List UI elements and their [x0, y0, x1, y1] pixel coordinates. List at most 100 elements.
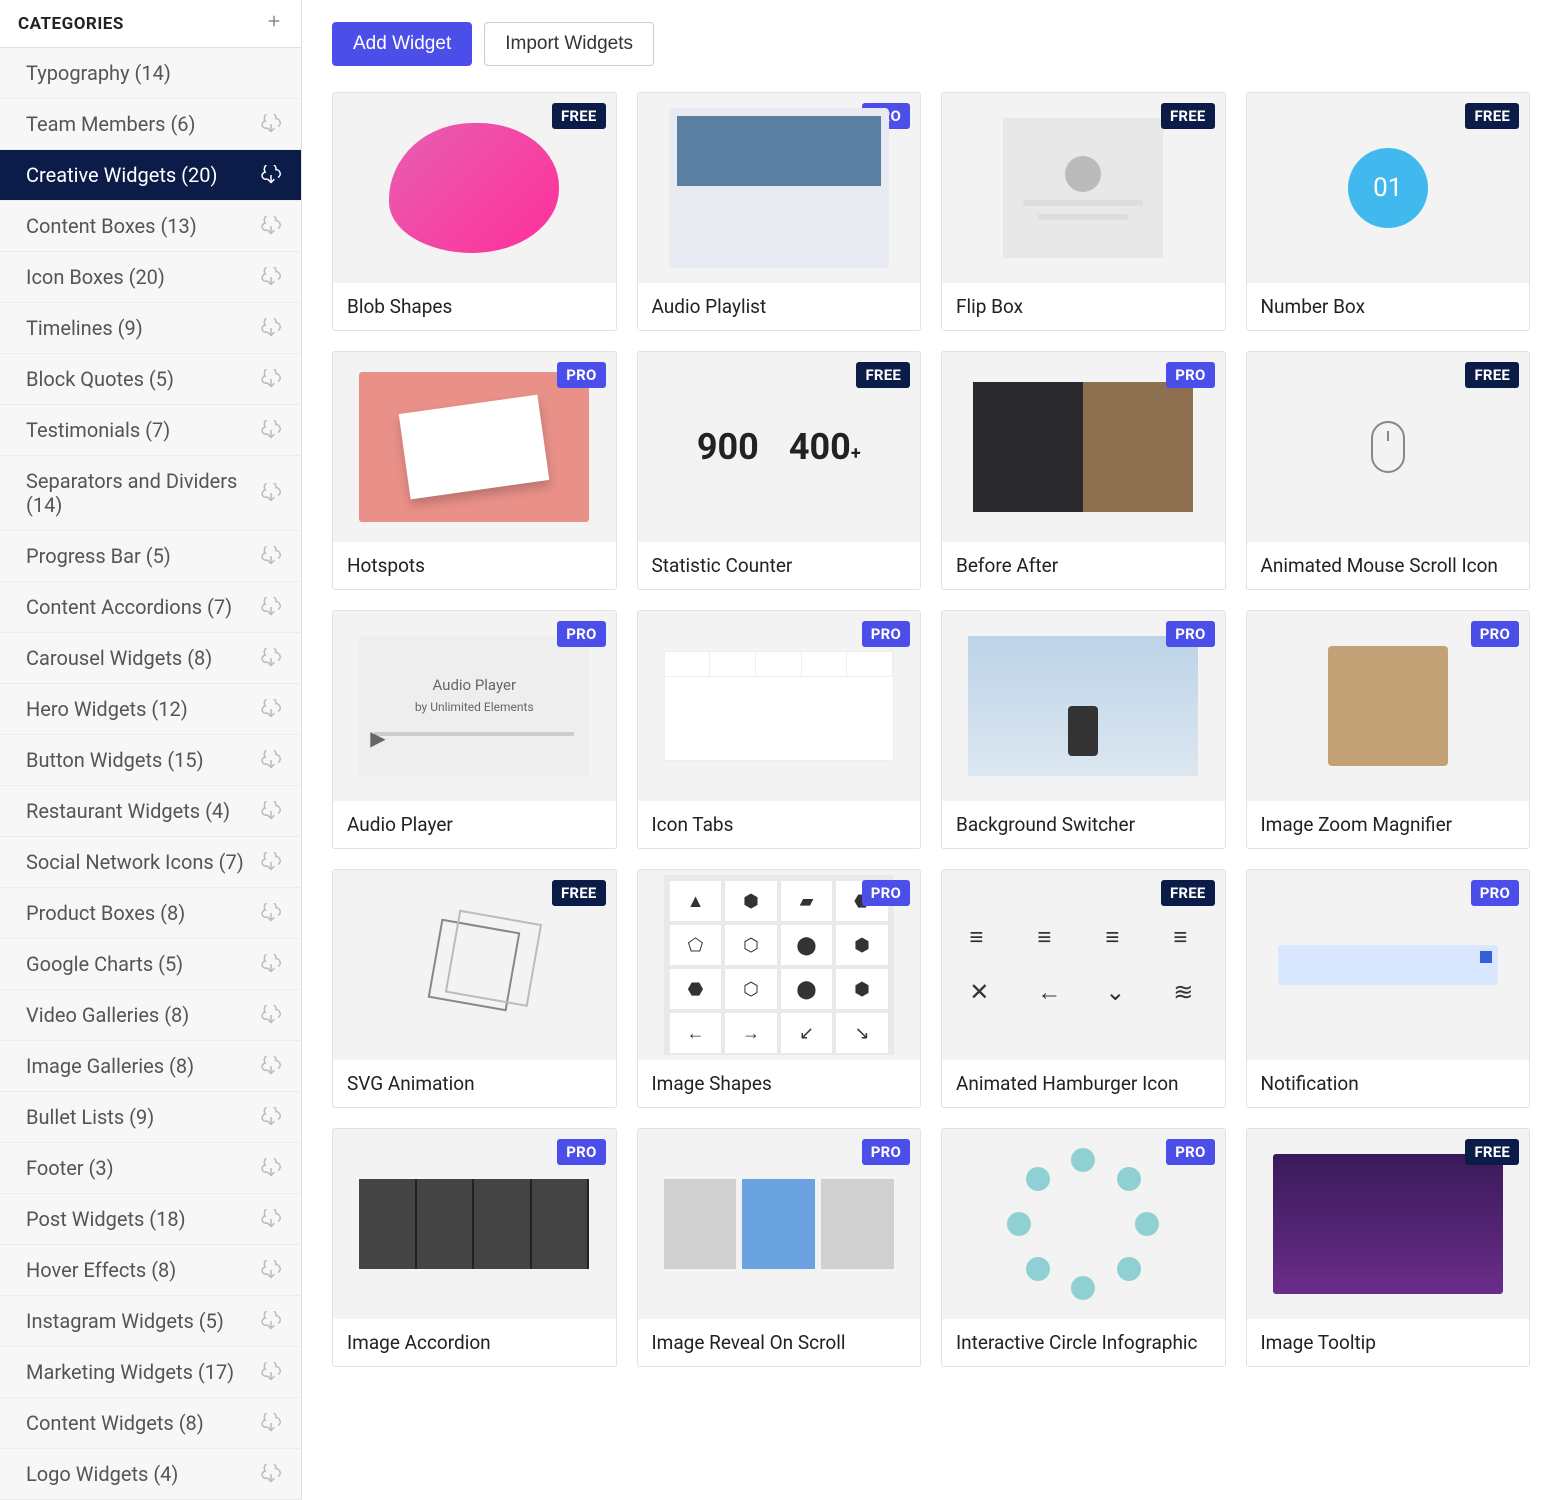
widget-title: Background Switcher — [942, 801, 1225, 848]
widget-title: Hotspots — [333, 542, 616, 589]
widget-card[interactable]: PRO Audio Playerby Unlimited Elements▶ A… — [332, 610, 617, 849]
widget-card[interactable]: PRO Before After — [941, 351, 1226, 590]
sidebar-item-25[interactable]: Marketing Widgets (17) — [0, 1347, 301, 1398]
widget-thumbnail: PRO — [333, 1129, 616, 1319]
cloud-download-icon[interactable] — [261, 1413, 281, 1433]
cloud-download-icon[interactable] — [261, 1464, 281, 1484]
sidebar-item-7[interactable]: Testimonials (7) — [0, 405, 301, 456]
cloud-download-icon[interactable] — [261, 1005, 281, 1025]
cloud-download-icon[interactable] — [261, 1260, 281, 1280]
sidebar-header: CATEGORIES — [0, 0, 301, 48]
cloud-download-icon[interactable] — [261, 1107, 281, 1127]
widget-card[interactable]: PRO Notification — [1246, 869, 1531, 1108]
widget-card[interactable]: FREE Image Tooltip — [1246, 1128, 1531, 1367]
widget-card[interactable]: FREE Flip Box — [941, 92, 1226, 331]
cloud-download-icon[interactable] — [261, 1209, 281, 1229]
widget-card[interactable]: PRO Image Zoom Magnifier — [1246, 610, 1531, 849]
sidebar-item-24[interactable]: Instagram Widgets (5) — [0, 1296, 301, 1347]
sidebar-item-11[interactable]: Carousel Widgets (8) — [0, 633, 301, 684]
cloud-download-icon[interactable] — [261, 1158, 281, 1178]
widget-card[interactable]: PRO ▲⬢▰⬣⬠⬡⬤⬢⬣⬡⬤⬢←→↙↘ Image Shapes — [637, 869, 922, 1108]
cloud-download-icon[interactable] — [261, 114, 281, 134]
widget-card[interactable]: FREE SVG Animation — [332, 869, 617, 1108]
widget-thumbnail: PRO — [942, 352, 1225, 542]
sidebar-item-2[interactable]: Creative Widgets (20) — [0, 150, 301, 201]
add-widget-button[interactable]: Add Widget — [332, 22, 472, 66]
cloud-download-icon[interactable] — [261, 1056, 281, 1076]
widget-card[interactable]: FREE Animated Mouse Scroll Icon — [1246, 351, 1531, 590]
sidebar-item-14[interactable]: Restaurant Widgets (4) — [0, 786, 301, 837]
before-after-thumb — [973, 382, 1193, 512]
sidebar-item-label: Post Widgets (18) — [26, 1207, 186, 1231]
widget-thumbnail: FREE 900400+ — [638, 352, 921, 542]
cloud-download-icon[interactable] — [261, 852, 281, 872]
cloud-download-icon[interactable] — [261, 165, 281, 185]
widget-title: Number Box — [1247, 283, 1530, 330]
cloud-download-icon[interactable] — [261, 318, 281, 338]
cloud-download-icon[interactable] — [261, 903, 281, 923]
cloud-download-icon[interactable] — [261, 750, 281, 770]
sidebar-item-19[interactable]: Image Galleries (8) — [0, 1041, 301, 1092]
sidebar-item-5[interactable]: Timelines (9) — [0, 303, 301, 354]
widget-card[interactable]: PRO Hotspots — [332, 351, 617, 590]
sidebar-item-20[interactable]: Bullet Lists (9) — [0, 1092, 301, 1143]
widget-card[interactable]: FREE 900400+ Statistic Counter — [637, 351, 922, 590]
audio-playlist-thumb — [669, 108, 889, 268]
sidebar-item-8[interactable]: Separators and Dividers (14) — [0, 456, 301, 531]
widget-title: Animated Hamburger Icon — [942, 1060, 1225, 1107]
sidebar-item-22[interactable]: Post Widgets (18) — [0, 1194, 301, 1245]
sidebar-item-12[interactable]: Hero Widgets (12) — [0, 684, 301, 735]
cloud-download-icon[interactable] — [261, 648, 281, 668]
widget-card[interactable]: PRO Interactive Circle Infographic — [941, 1128, 1226, 1367]
sidebar-item-27[interactable]: Logo Widgets (4) — [0, 1449, 301, 1500]
badge-pro: PRO — [557, 1139, 605, 1165]
widget-card[interactable]: FREE Blob Shapes — [332, 92, 617, 331]
cloud-download-icon[interactable] — [261, 1311, 281, 1331]
widget-thumbnail: PRO Audio Playerby Unlimited Elements▶ — [333, 611, 616, 801]
cloud-download-icon[interactable] — [261, 699, 281, 719]
widget-card[interactable]: PRO Audio Playlist — [637, 92, 922, 331]
cloud-download-icon[interactable] — [261, 483, 281, 503]
widget-title: Image Zoom Magnifier — [1247, 801, 1530, 848]
widget-card[interactable]: PRO Background Switcher — [941, 610, 1226, 849]
sidebar-item-13[interactable]: Button Widgets (15) — [0, 735, 301, 786]
badge-pro: PRO — [557, 621, 605, 647]
cloud-download-icon[interactable] — [261, 420, 281, 440]
widget-title: Image Tooltip — [1247, 1319, 1530, 1366]
widget-title: Image Accordion — [333, 1319, 616, 1366]
sidebar-item-21[interactable]: Footer (3) — [0, 1143, 301, 1194]
sidebar-item-6[interactable]: Block Quotes (5) — [0, 354, 301, 405]
sidebar-item-26[interactable]: Content Widgets (8) — [0, 1398, 301, 1449]
widget-card[interactable]: PRO Icon Tabs — [637, 610, 922, 849]
cloud-download-icon[interactable] — [261, 267, 281, 287]
audio-player-thumb: Audio Playerby Unlimited Elements▶ — [359, 636, 589, 776]
widget-card[interactable]: PRO Image Accordion — [332, 1128, 617, 1367]
sidebar-item-9[interactable]: Progress Bar (5) — [0, 531, 301, 582]
sidebar-item-17[interactable]: Google Charts (5) — [0, 939, 301, 990]
sidebar-item-18[interactable]: Video Galleries (8) — [0, 990, 301, 1041]
sidebar-item-1[interactable]: Team Members (6) — [0, 99, 301, 150]
sidebar-item-10[interactable]: Content Accordions (7) — [0, 582, 301, 633]
widget-card[interactable]: FREE ≡≡≡≡✕←⌄≋ Animated Hamburger Icon — [941, 869, 1226, 1108]
import-widgets-button[interactable]: Import Widgets — [484, 22, 654, 66]
add-category-icon[interactable] — [265, 12, 283, 35]
sidebar-item-label: Carousel Widgets (8) — [26, 646, 212, 670]
sidebar-item-16[interactable]: Product Boxes (8) — [0, 888, 301, 939]
cloud-download-icon[interactable] — [261, 801, 281, 821]
sidebar-item-label: Icon Boxes (20) — [26, 265, 165, 289]
cloud-download-icon[interactable] — [261, 1362, 281, 1382]
cloud-download-icon[interactable] — [261, 216, 281, 236]
widget-card[interactable]: PRO Image Reveal On Scroll — [637, 1128, 922, 1367]
widget-thumbnail: FREE — [1247, 352, 1530, 542]
sidebar-item-3[interactable]: Content Boxes (13) — [0, 201, 301, 252]
cloud-download-icon[interactable] — [261, 954, 281, 974]
cloud-download-icon[interactable] — [261, 369, 281, 389]
sidebar-item-0[interactable]: Typography (14) — [0, 48, 301, 99]
widget-card[interactable]: FREE 01 Number Box — [1246, 92, 1531, 331]
cloud-download-icon[interactable] — [261, 597, 281, 617]
sidebar-item-23[interactable]: Hover Effects (8) — [0, 1245, 301, 1296]
badge-free: FREE — [1161, 880, 1215, 906]
sidebar-item-4[interactable]: Icon Boxes (20) — [0, 252, 301, 303]
sidebar-item-15[interactable]: Social Network Icons (7) — [0, 837, 301, 888]
cloud-download-icon[interactable] — [261, 546, 281, 566]
